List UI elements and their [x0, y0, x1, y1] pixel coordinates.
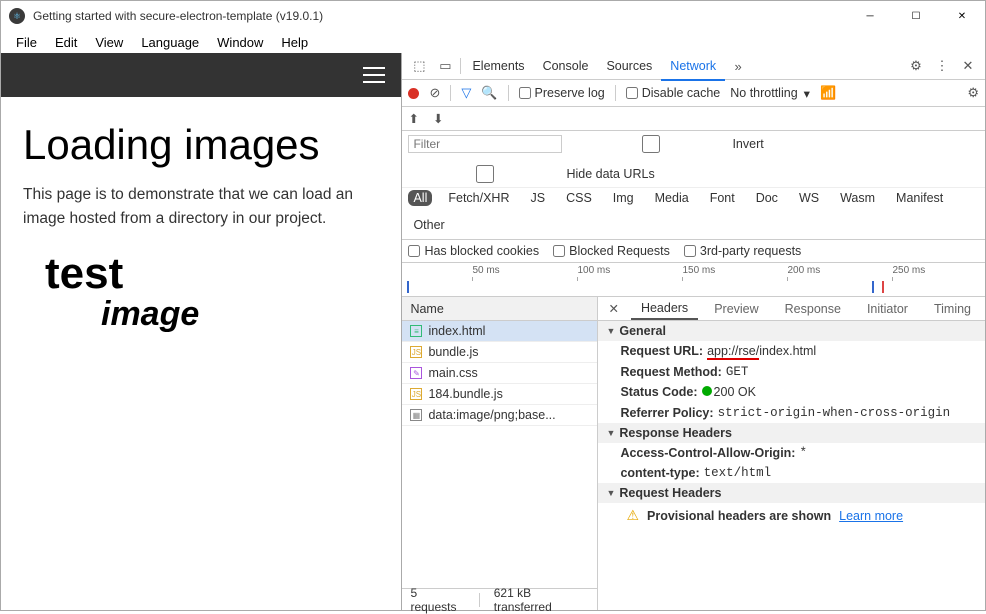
throttling-select[interactable]: No throttling▾	[730, 86, 810, 101]
third-party-checkbox[interactable]: 3rd-party requests	[684, 244, 801, 258]
window-titlebar: ⚛ Getting started with secure-electron-t…	[1, 1, 985, 31]
request-row-184bundle[interactable]: JS184.bundle.js	[402, 384, 597, 405]
import-icon[interactable]: ⬆	[408, 111, 418, 126]
dtab-preview[interactable]: Preview	[704, 299, 768, 319]
dtab-timing[interactable]: Timing	[924, 299, 981, 319]
blocked-cookies-checkbox[interactable]: Has blocked cookies	[408, 244, 539, 258]
record-icon[interactable]	[408, 88, 419, 99]
request-row-bundle[interactable]: JSbundle.js	[402, 342, 597, 363]
ftype-media[interactable]: Media	[650, 190, 694, 206]
detail-tabs: ✕ Headers Preview Response Initiator Tim…	[598, 297, 985, 321]
page-description: This page is to demonstrate that we can …	[23, 183, 379, 231]
menu-language[interactable]: Language	[132, 33, 208, 52]
request-url-highlight: app://rse/	[707, 344, 759, 360]
filter-icon[interactable]: ▽	[461, 85, 471, 101]
minimize-button[interactable]: ─	[847, 1, 893, 31]
devtools-pane: ⬚ ▭ Elements Console Sources Network » ⚙…	[402, 53, 985, 610]
device-toggle-icon[interactable]: ▭	[432, 58, 458, 74]
filter-checks: Has blocked cookies Blocked Requests 3rd…	[402, 240, 985, 263]
ftype-css[interactable]: CSS	[561, 190, 597, 206]
filter-bar: Invert Hide data URLs	[402, 131, 985, 188]
request-row-dataimage[interactable]: ▦data:image/png;base...	[402, 405, 597, 426]
ftype-all[interactable]: All	[408, 190, 432, 206]
test-image-line2: image	[45, 297, 379, 333]
dtab-response[interactable]: Response	[775, 299, 851, 319]
ftype-js[interactable]: JS	[526, 190, 551, 206]
disable-cache-checkbox[interactable]: Disable cache	[626, 86, 721, 100]
detail-close-icon[interactable]: ✕	[602, 301, 624, 316]
filter-input[interactable]	[408, 135, 562, 153]
inspect-icon[interactable]: ⬚	[406, 58, 432, 74]
menu-edit[interactable]: Edit	[46, 33, 86, 52]
settings-icon[interactable]: ⚙	[903, 58, 929, 74]
section-response-headers[interactable]: Response Headers	[598, 423, 985, 443]
ftype-doc[interactable]: Doc	[751, 190, 783, 206]
request-detail: ✕ Headers Preview Response Initiator Tim…	[598, 297, 985, 610]
ftype-ws[interactable]: WS	[794, 190, 824, 206]
menu-help[interactable]: Help	[272, 33, 317, 52]
clear-icon[interactable]: ⊘	[429, 85, 440, 101]
request-list: Name ≡index.html JSbundle.js ✎main.css J…	[402, 297, 598, 610]
maximize-button[interactable]: ☐	[893, 1, 939, 31]
ftype-img[interactable]: Img	[608, 190, 639, 206]
warning-icon: ⚠	[626, 507, 639, 524]
request-list-header[interactable]: Name	[402, 297, 597, 321]
status-dot-icon	[702, 386, 712, 396]
overview-timeline[interactable]: 50 ms 100 ms 150 ms 200 ms 250 ms	[402, 263, 985, 297]
tab-network[interactable]: Network	[661, 53, 725, 81]
network-toolbar: ⊘ ▽ 🔍 Preserve log Disable cache No thro…	[402, 80, 985, 107]
blocked-requests-checkbox[interactable]: Blocked Requests	[553, 244, 670, 258]
preserve-log-checkbox[interactable]: Preserve log	[519, 86, 605, 100]
window-title: Getting started with secure-electron-tem…	[33, 9, 323, 23]
ftype-fetch[interactable]: Fetch/XHR	[443, 190, 514, 206]
dtab-headers[interactable]: Headers	[631, 298, 698, 320]
devtools-tabs: ⬚ ▭ Elements Console Sources Network » ⚙…	[402, 53, 985, 80]
devtools-close-icon[interactable]: ✕	[955, 58, 981, 74]
filter-types: All Fetch/XHR JS CSS Img Media Font Doc …	[402, 188, 985, 240]
export-icon[interactable]: ⬇	[433, 111, 443, 126]
section-general[interactable]: General	[598, 321, 985, 341]
menu-bar: File Edit View Language Window Help	[1, 31, 985, 53]
invert-checkbox[interactable]: Invert	[574, 135, 763, 153]
tab-elements[interactable]: Elements	[463, 53, 533, 79]
learn-more-link[interactable]: Learn more	[839, 509, 903, 523]
page-heading: Loading images	[23, 121, 379, 169]
app-header	[1, 53, 401, 97]
network-settings-icon[interactable]: ⚙	[967, 85, 979, 101]
status-transferred: 621 kB transferred	[494, 586, 590, 614]
search-icon[interactable]: 🔍	[481, 85, 497, 101]
ftype-other[interactable]: Other	[408, 217, 449, 233]
kebab-icon[interactable]: ⋮	[929, 58, 955, 74]
hamburger-icon[interactable]	[363, 67, 385, 83]
hide-data-urls-checkbox[interactable]: Hide data URLs	[408, 165, 654, 183]
network-conditions-icon[interactable]: 📶	[820, 85, 836, 101]
test-image-line1: test	[45, 251, 379, 297]
close-button[interactable]: ✕	[939, 1, 985, 31]
section-request-headers[interactable]: Request Headers	[598, 483, 985, 503]
tab-sources[interactable]: Sources	[597, 53, 661, 79]
app-icon: ⚛	[9, 8, 25, 24]
status-requests: 5 requests	[410, 586, 464, 614]
provisional-warning: ⚠ Provisional headers are shown Learn mo…	[598, 503, 985, 528]
test-image: test image	[23, 251, 379, 333]
ftype-font[interactable]: Font	[705, 190, 740, 206]
menu-view[interactable]: View	[86, 33, 132, 52]
request-row-index[interactable]: ≡index.html	[402, 321, 597, 342]
ftype-manifest[interactable]: Manifest	[891, 190, 948, 206]
dtab-initiator[interactable]: Initiator	[857, 299, 918, 319]
request-row-maincss[interactable]: ✎main.css	[402, 363, 597, 384]
more-tabs-icon[interactable]: »	[725, 59, 751, 74]
network-toolbar-2: ⬆ ⬇	[402, 107, 985, 131]
network-status-bar: 5 requests 621 kB transferred	[402, 588, 597, 610]
app-pane: Loading images This page is to demonstra…	[1, 53, 402, 610]
tab-console[interactable]: Console	[534, 53, 598, 79]
menu-window[interactable]: Window	[208, 33, 272, 52]
ftype-wasm[interactable]: Wasm	[835, 190, 880, 206]
menu-file[interactable]: File	[7, 33, 46, 52]
